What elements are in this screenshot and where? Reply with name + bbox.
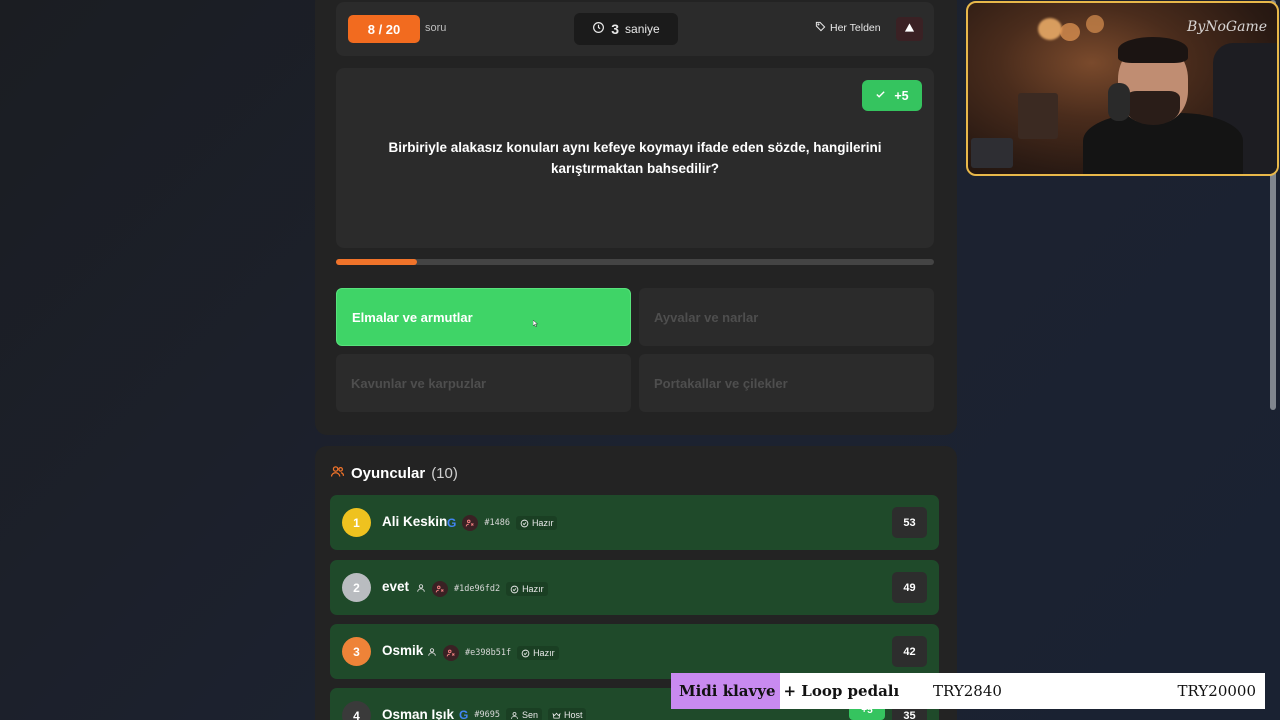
status-badge: Hazır (515, 516, 558, 530)
rank-badge: 3 (342, 637, 371, 666)
player-name: Osman Işık (382, 707, 455, 720)
google-icon: G (447, 516, 457, 530)
time-progress-fill (336, 259, 417, 265)
microphone (1108, 83, 1130, 121)
tag-icon (815, 21, 826, 35)
warning-icon (904, 20, 915, 38)
question-text: Birbiriyle alakasız konuları aynı kefeye… (388, 140, 882, 176)
player-meta: #e398b51f Hazır (427, 644, 559, 662)
player-name: Osmik (382, 643, 424, 658)
player-row: 3 Osmik #e398b51f Hazır 42 (330, 624, 939, 679)
ticker-price-current: TRY2840 (933, 682, 1002, 700)
host-badge: Host (547, 708, 587, 720)
status-badge: Hazır (506, 582, 548, 596)
you-text: Sen (521, 710, 538, 720)
ticker-price-goal: TRY20000 (1177, 682, 1256, 700)
lamp-shape (1038, 18, 1062, 40)
transfer-host-icon[interactable] (462, 515, 479, 531)
transfer-host-icon[interactable] (443, 645, 459, 661)
player-row: 1 Ali Keskin G #1486 Hazır 53 (330, 495, 939, 550)
clock-icon (592, 21, 605, 37)
timer-unit: saniye (625, 22, 660, 36)
streamer-beard (1126, 91, 1180, 125)
guest-user-icon (427, 644, 437, 662)
answer-option-1[interactable]: Elmalar ve armutlar (336, 288, 631, 346)
player-id: #9695 (474, 710, 500, 720)
mouse-cursor-icon (533, 320, 538, 327)
transfer-host-icon[interactable] (432, 581, 448, 597)
midi-pad (971, 138, 1013, 168)
player-score: 42 (892, 636, 927, 667)
rank-badge: 1 (342, 508, 371, 537)
channel-logo: ByNoGame (1187, 19, 1267, 35)
streamer-hair (1118, 37, 1188, 63)
player-id: #1486 (484, 518, 510, 528)
player-score: 53 (892, 507, 927, 538)
check-icon (875, 89, 886, 103)
wall-sign (1018, 93, 1058, 139)
player-id: #1de96fd2 (454, 584, 501, 594)
status-text: Hazır (522, 584, 544, 594)
status-text: Hazır (531, 518, 554, 528)
host-text: Host (563, 710, 583, 720)
players-count: (10) (431, 465, 458, 482)
guest-user-icon (416, 580, 426, 598)
donation-ticker: Midi klavye + Loop pedalı TRY2840 TRY200… (671, 673, 1265, 709)
rank-badge: 4 (342, 701, 371, 720)
player-meta: #1de96fd2 Hazır (416, 580, 548, 598)
webcam-overlay: ByNoGame (966, 1, 1279, 176)
player-id: #e398b51f (465, 648, 512, 658)
category-text: Her Telden (830, 22, 881, 34)
users-icon (330, 464, 345, 483)
status-text: Hazır (533, 648, 555, 658)
timer-value: 3 (611, 21, 620, 37)
player-name: evet (382, 579, 410, 594)
rank-badge: 2 (342, 573, 371, 602)
category-label: Her Telden (815, 21, 881, 35)
players-header: Oyuncular (10) (330, 464, 458, 483)
question-counter: 8 / 20 (348, 15, 420, 43)
ticker-tag: Midi klavye (671, 673, 780, 709)
player-name: Ali Keskin (382, 514, 448, 529)
player-meta: G #1486 Hazır (447, 515, 558, 531)
report-button[interactable] (896, 17, 923, 41)
ticker-text: + Loop pedalı (783, 682, 900, 700)
google-icon: G (459, 708, 469, 720)
points-value: +5 (894, 88, 909, 103)
status-badge: Hazır (517, 646, 559, 660)
player-score: 49 (892, 572, 927, 603)
players-title: Oyuncular (351, 465, 426, 482)
player-meta: G #9695 Sen Host (459, 708, 587, 720)
answer-option-4[interactable]: Portakallar ve çilekler (639, 354, 934, 412)
time-progress-bar (336, 259, 934, 265)
player-row: 2 evet #1de96fd2 Hazır 49 (330, 560, 939, 615)
you-badge: Sen (505, 708, 542, 720)
lamp-shape (1060, 23, 1080, 41)
points-badge: +5 (862, 80, 922, 111)
lamp-shape (1086, 15, 1104, 33)
question-counter-suffix: soru (425, 22, 447, 34)
answer-option-2[interactable]: Ayvalar ve narlar (639, 288, 934, 346)
answer-option-3[interactable]: Kavunlar ve karpuzlar (336, 354, 631, 412)
timer: 3 saniye (574, 13, 678, 45)
